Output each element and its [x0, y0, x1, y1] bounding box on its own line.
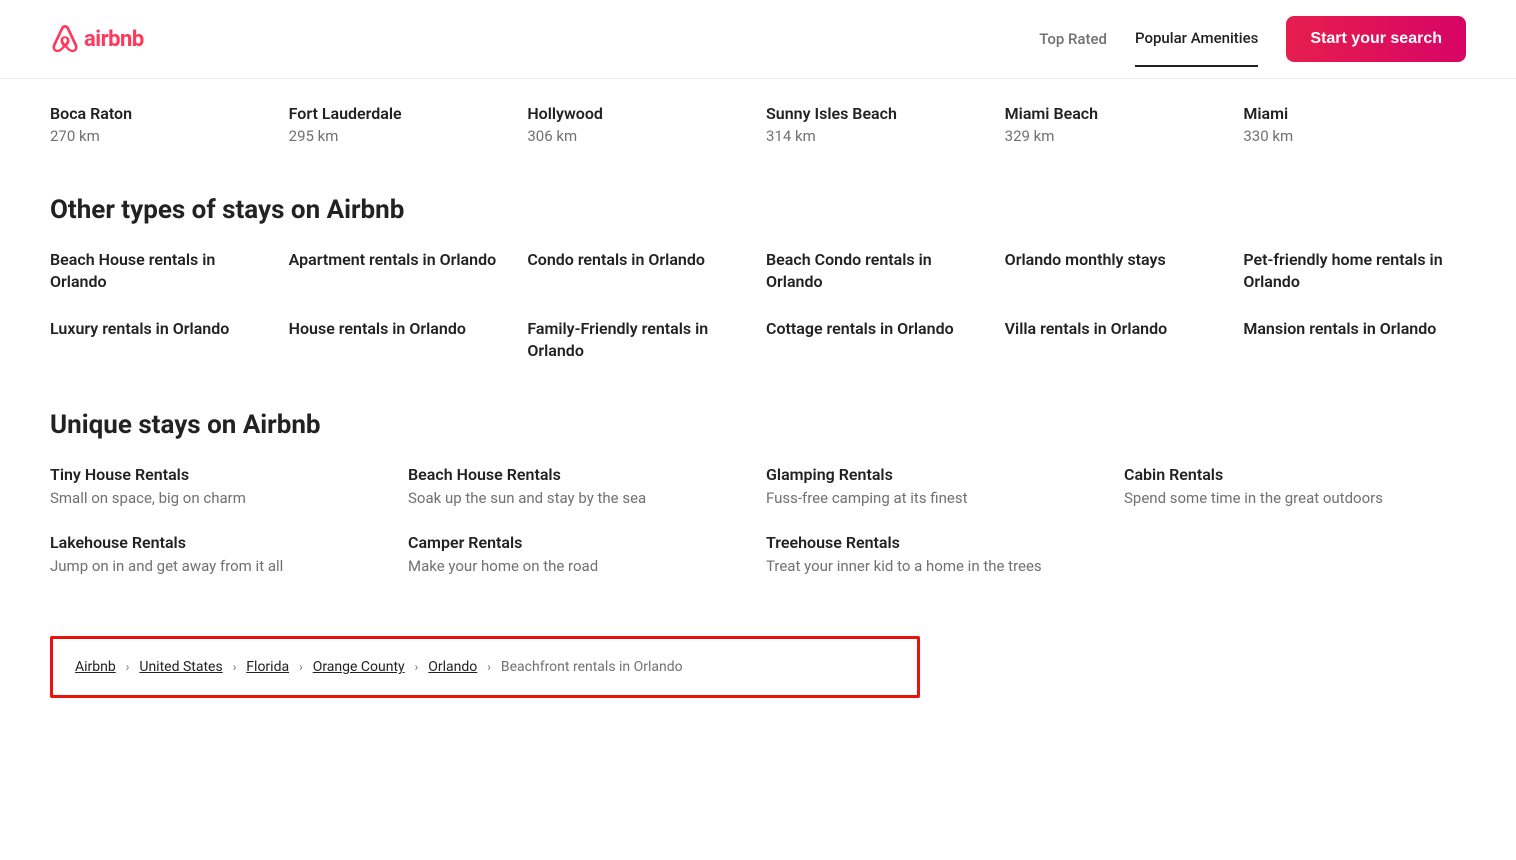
breadcrumb: Airbnb › United States › Florida › Orange Coun… — [75, 659, 895, 675]
destination-name: Sunny Isles Beach — [766, 103, 989, 125]
destination-item[interactable]: Miami Beach329 km — [1005, 103, 1228, 147]
unique-stay-title: Glamping Rentals — [766, 464, 1108, 486]
destination-name: Miami — [1243, 103, 1466, 125]
destination-distance: 270 km — [50, 127, 273, 147]
stay-type-link[interactable]: Cottage rentals in Orlando — [766, 318, 989, 363]
breadcrumb-link[interactable]: Orlando — [428, 659, 477, 675]
unique-stay-item[interactable]: Tiny House Rentals Small on space, big on… — [50, 464, 392, 508]
destination-distance: 329 km — [1005, 127, 1228, 147]
unique-stay-title: Camper Rentals — [408, 532, 750, 554]
stay-type-link[interactable]: Beach Condo rentals in Orlando — [766, 249, 989, 294]
chevron-right-icon: › — [487, 660, 491, 674]
unique-stay-item[interactable]: Beach House Rentals Soak up the sun and s… — [408, 464, 750, 508]
breadcrumb-link[interactable]: Florida — [246, 659, 289, 675]
unique-stay-item[interactable]: Lakehouse Rentals Jump on in and get away… — [50, 532, 392, 576]
destination-distance: 295 km — [289, 127, 512, 147]
brand-name: airbnb — [84, 27, 144, 52]
chevron-right-icon: › — [415, 660, 419, 674]
unique-stay-subtitle: Treat your inner kid to a home in the tr… — [766, 557, 1108, 577]
destination-name: Fort Lauderdale — [289, 103, 512, 125]
unique-stay-subtitle: Spend some time in the great outdoors — [1124, 489, 1466, 509]
breadcrumb-link[interactable]: United States — [139, 659, 222, 675]
unique-stay-subtitle: Jump on in and get away from it all — [50, 557, 392, 577]
unique-stay-title: Lakehouse Rentals — [50, 532, 392, 554]
other-stays-title: Other types of stays on Airbnb — [50, 195, 1466, 225]
nav-right: Top Rated Popular Amenities Start your s… — [1039, 16, 1466, 62]
start-search-button[interactable]: Start your search — [1286, 16, 1466, 62]
destination-item[interactable]: Boca Raton270 km — [50, 103, 273, 147]
unique-stay-title: Cabin Rentals — [1124, 464, 1466, 486]
chevron-right-icon: › — [233, 660, 237, 674]
unique-stays-title: Unique stays on Airbnb — [50, 410, 1466, 440]
destination-name: Boca Raton — [50, 103, 273, 125]
destination-item[interactable]: Fort Lauderdale295 km — [289, 103, 512, 147]
unique-stay-title: Beach House Rentals — [408, 464, 750, 486]
unique-stay-item[interactable]: Treehouse Rentals Treat your inner kid to… — [766, 532, 1108, 576]
nav-top-rated[interactable]: Top Rated — [1039, 30, 1107, 66]
breadcrumb-link[interactable]: Orange County — [313, 659, 405, 675]
destination-name: Hollywood — [527, 103, 750, 125]
unique-stay-title: Treehouse Rentals — [766, 532, 1108, 554]
airbnb-logo-icon — [50, 23, 80, 55]
stay-type-link[interactable]: Luxury rentals in Orlando — [50, 318, 273, 363]
stay-type-link[interactable]: House rentals in Orlando — [289, 318, 512, 363]
destinations-grid: Boca Raton270 km Fort Lauderdale295 km Hol… — [50, 103, 1466, 147]
unique-stay-subtitle: Soak up the sun and stay by the sea — [408, 489, 750, 509]
unique-stay-subtitle: Fuss-free camping at its finest — [766, 489, 1108, 509]
stay-type-link[interactable]: Beach House rentals in Orlando — [50, 249, 273, 294]
stay-type-link[interactable]: Apartment rentals in Orlando — [289, 249, 512, 294]
destination-distance: 330 km — [1243, 127, 1466, 147]
stay-type-link[interactable]: Mansion rentals in Orlando — [1243, 318, 1466, 363]
breadcrumb-highlight: Airbnb › United States › Florida › Orange Coun… — [50, 636, 920, 698]
unique-stays-grid: Tiny House Rentals Small on space, big on… — [50, 464, 1466, 576]
unique-stay-item[interactable]: Cabin Rentals Spend some time in the grea… — [1124, 464, 1466, 508]
destination-name: Miami Beach — [1005, 103, 1228, 125]
nav-popular-amenities[interactable]: Popular Amenities — [1135, 29, 1258, 67]
stay-type-link[interactable]: Condo rentals in Orlando — [527, 249, 750, 294]
stay-type-link[interactable]: Orlando monthly stays — [1005, 249, 1228, 294]
unique-stay-item[interactable]: Glamping Rentals Fuss-free camping at its… — [766, 464, 1108, 508]
unique-stay-title: Tiny House Rentals — [50, 464, 392, 486]
destination-distance: 314 km — [766, 127, 989, 147]
breadcrumb-link[interactable]: Airbnb — [75, 659, 116, 675]
other-stays-grid: Beach House rentals in Orlando Apartment … — [50, 249, 1466, 363]
chevron-right-icon: › — [126, 660, 130, 674]
stay-type-link[interactable]: Pet-friendly home rentals in Orlando — [1243, 249, 1466, 294]
header: airbnb Top Rated Popular Amenities Start… — [0, 0, 1516, 79]
chevron-right-icon: › — [299, 660, 303, 674]
unique-stay-subtitle: Small on space, big on charm — [50, 489, 392, 509]
destination-item[interactable]: Hollywood306 km — [527, 103, 750, 147]
destination-distance: 306 km — [527, 127, 750, 147]
stay-type-link[interactable]: Family-Friendly rentals in Orlando — [527, 318, 750, 363]
unique-stay-item[interactable]: Camper Rentals Make your home on the road — [408, 532, 750, 576]
destination-item[interactable]: Sunny Isles Beach314 km — [766, 103, 989, 147]
destination-item[interactable]: Miami330 km — [1243, 103, 1466, 147]
logo[interactable]: airbnb — [50, 23, 144, 55]
stay-type-link[interactable]: Villa rentals in Orlando — [1005, 318, 1228, 363]
breadcrumb-current: Beachfront rentals in Orlando — [501, 659, 683, 675]
unique-stay-subtitle: Make your home on the road — [408, 557, 750, 577]
main-content: Boca Raton270 km Fort Lauderdale295 km Hol… — [0, 79, 1516, 738]
